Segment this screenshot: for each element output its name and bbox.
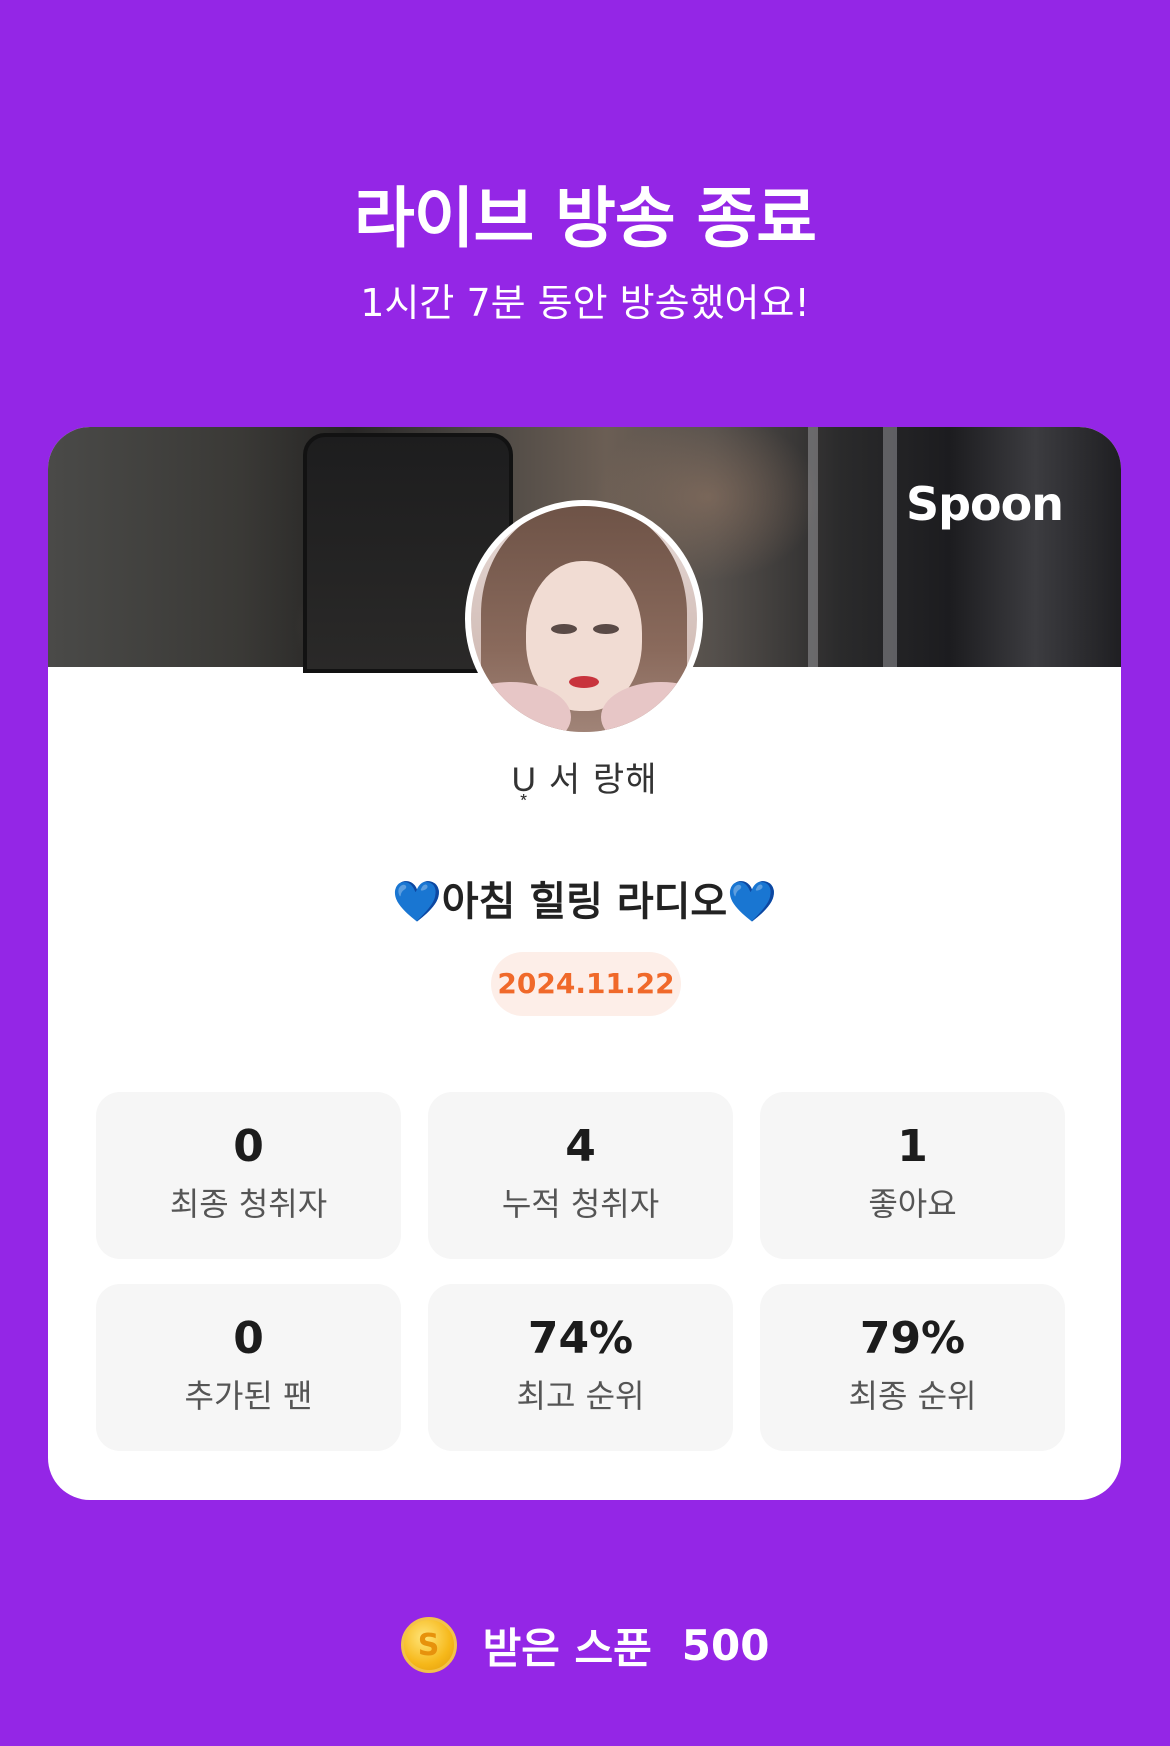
stat-label: 최종 청취자	[169, 1185, 328, 1223]
avatar	[465, 500, 703, 738]
stat-value: 0	[233, 1121, 264, 1172]
banner-stripe	[808, 427, 818, 667]
room-title: 💙아침 힐링 라디오💙	[391, 879, 778, 925]
stat-value: 74%	[527, 1313, 634, 1364]
spoon-coin-icon: S	[400, 1617, 457, 1673]
stat-label: 좋아요	[868, 1185, 957, 1223]
page-title: 라이브 방송 종료	[354, 180, 817, 257]
stat-likes: 1 좋아요	[760, 1092, 1065, 1259]
received-spoons: S 받은 스푼 500	[0, 1610, 1170, 1680]
live-ended-screen: 라이브 방송 종료 1시간 7분 동안 방송했어요! Spoon U͙ 서 랑해…	[0, 0, 1170, 1746]
stat-label: 누적 청취자	[501, 1185, 660, 1223]
spoon-logo: Spoon	[905, 477, 1064, 531]
stat-final-listeners: 0 최종 청취자	[96, 1092, 401, 1259]
username: U͙ 서 랑해	[511, 760, 658, 800]
avatar-lips	[569, 676, 599, 688]
stats-grid: 0 최종 청취자 4 누적 청취자 1 좋아요 0 추가된 팬 74% 최고 순…	[96, 1092, 1066, 1451]
banner-stripe	[883, 427, 897, 667]
stat-new-fans: 0 추가된 팬	[96, 1284, 401, 1451]
broadcast-summary-card: Spoon U͙ 서 랑해 💙아침 힐링 라디오💙 2024.11.22 0 최…	[48, 427, 1121, 1500]
broadcast-date-badge: 2024.11.22	[491, 952, 681, 1016]
stat-label: 최종 순위	[848, 1377, 977, 1415]
stat-label: 추가된 팬	[184, 1377, 313, 1415]
stat-final-rank: 79% 최종 순위	[760, 1284, 1065, 1451]
stat-value: 79%	[859, 1313, 966, 1364]
received-spoons-label: 받은 스푼	[482, 1623, 652, 1673]
stat-label: 최고 순위	[516, 1377, 645, 1415]
broadcast-duration: 1시간 7분 동안 방송했어요!	[360, 281, 810, 325]
stat-value: 0	[233, 1313, 264, 1364]
avatar-eye	[593, 624, 619, 634]
stat-best-rank: 74% 최고 순위	[428, 1284, 733, 1451]
stat-value: 1	[897, 1121, 928, 1172]
received-spoons-value: 500	[681, 1620, 770, 1670]
stat-value: 4	[565, 1121, 596, 1172]
stat-total-listeners: 4 누적 청취자	[428, 1092, 733, 1259]
avatar-eye	[551, 624, 577, 634]
